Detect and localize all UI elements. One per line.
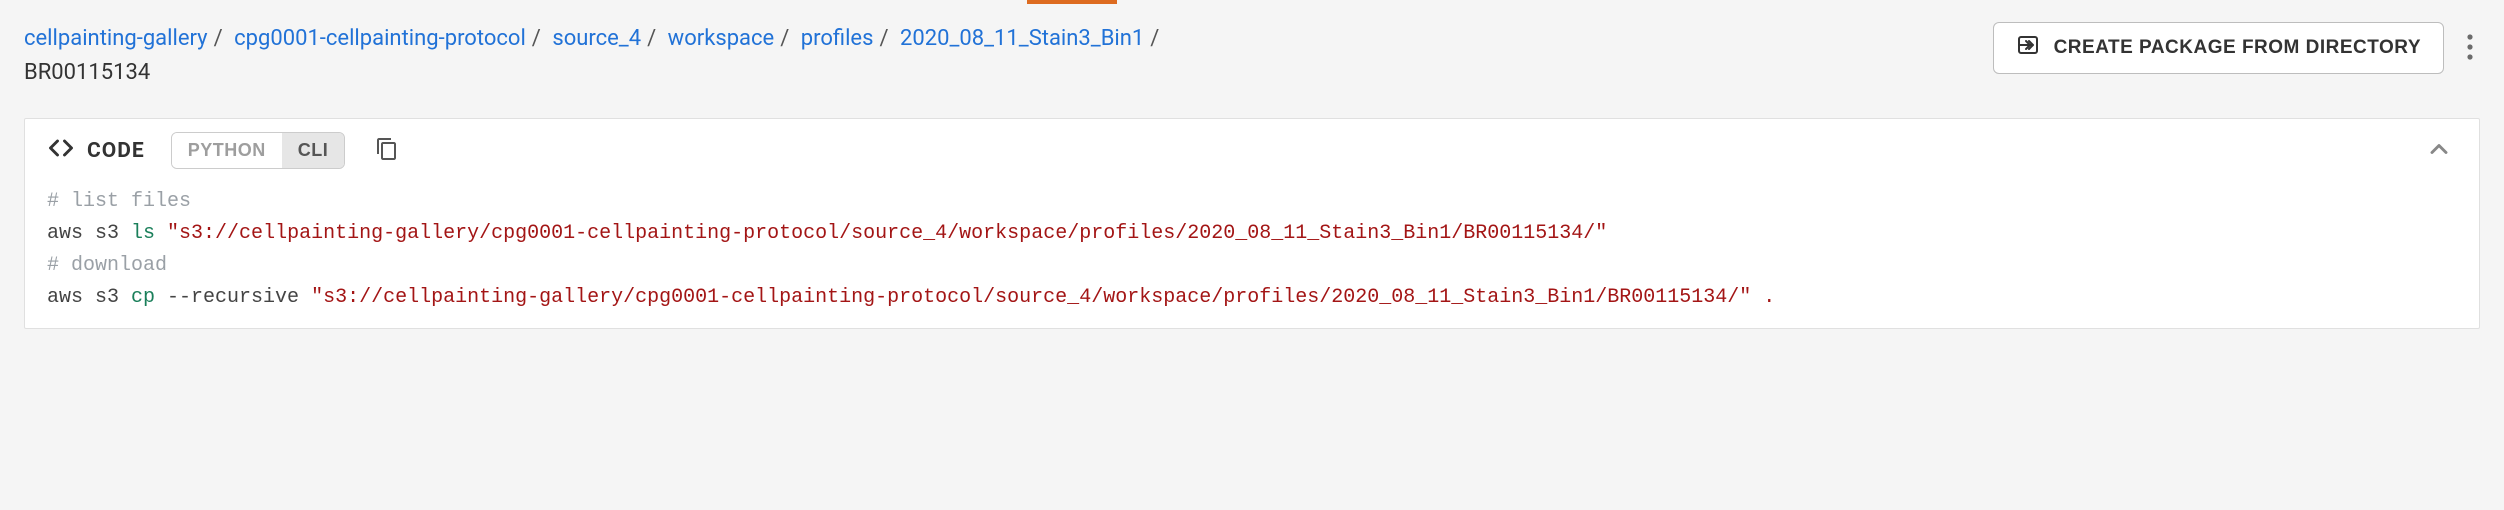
- breadcrumb-separator: /: [526, 26, 547, 51]
- code-icon: [47, 134, 75, 168]
- breadcrumb-link[interactable]: cpg0001-cellpainting-protocol: [234, 26, 526, 51]
- code-comment: # download: [47, 254, 167, 277]
- breadcrumb-separator: /: [641, 26, 662, 51]
- language-toggle: PYTHON CLI: [171, 132, 346, 169]
- code-body[interactable]: # list files aws s3 ls "s3://cellpaintin…: [25, 182, 2479, 328]
- tab-python[interactable]: PYTHON: [172, 133, 282, 168]
- more-vertical-icon: [2466, 33, 2474, 64]
- create-package-button[interactable]: CREATE PACKAGE FROM DIRECTORY: [1993, 22, 2444, 74]
- breadcrumb-link[interactable]: cellpainting-gallery: [24, 26, 208, 51]
- copy-icon: [375, 137, 399, 164]
- breadcrumb-current: BR00115134: [24, 56, 1969, 90]
- code-block: # list files aws s3 ls "s3://cellpaintin…: [47, 186, 2457, 314]
- breadcrumb-link[interactable]: workspace: [668, 26, 775, 51]
- breadcrumb-separator: /: [873, 26, 894, 51]
- export-icon: [2016, 33, 2040, 63]
- code-panel: CODE PYTHON CLI: [24, 118, 2480, 329]
- code-panel-header: CODE PYTHON CLI: [25, 119, 2479, 182]
- breadcrumb-separator: /: [1144, 26, 1165, 51]
- tab-cli[interactable]: CLI: [282, 133, 345, 168]
- code-panel-title: CODE: [47, 134, 145, 168]
- page: cellpainting-gallery/ cpg0001-cellpainti…: [0, 4, 2504, 353]
- chevron-up-icon: [2425, 151, 2453, 166]
- breadcrumb: cellpainting-gallery/ cpg0001-cellpainti…: [24, 22, 1969, 90]
- code-line: aws s3 cp --recursive "s3://cellpainting…: [47, 286, 1775, 309]
- collapse-button[interactable]: [2421, 131, 2457, 170]
- create-package-label: CREATE PACKAGE FROM DIRECTORY: [2054, 37, 2421, 59]
- copy-button[interactable]: [371, 133, 403, 168]
- breadcrumb-link[interactable]: 2020_08_11_Stain3_Bin1: [900, 26, 1144, 51]
- header-actions: CREATE PACKAGE FROM DIRECTORY: [1993, 22, 2480, 74]
- breadcrumb-link[interactable]: source_4: [552, 26, 641, 51]
- code-comment: # list files: [47, 190, 191, 213]
- breadcrumb-separator: /: [208, 26, 229, 51]
- code-panel-title-text: CODE: [87, 139, 145, 163]
- breadcrumb-link[interactable]: profiles: [801, 26, 874, 51]
- more-menu-button[interactable]: [2460, 27, 2480, 70]
- top-accent-bar: [0, 0, 2504, 4]
- code-line: aws s3 ls "s3://cellpainting-gallery/cpg…: [47, 222, 1607, 245]
- breadcrumb-separator: /: [774, 26, 795, 51]
- header-row: cellpainting-gallery/ cpg0001-cellpainti…: [24, 22, 2480, 90]
